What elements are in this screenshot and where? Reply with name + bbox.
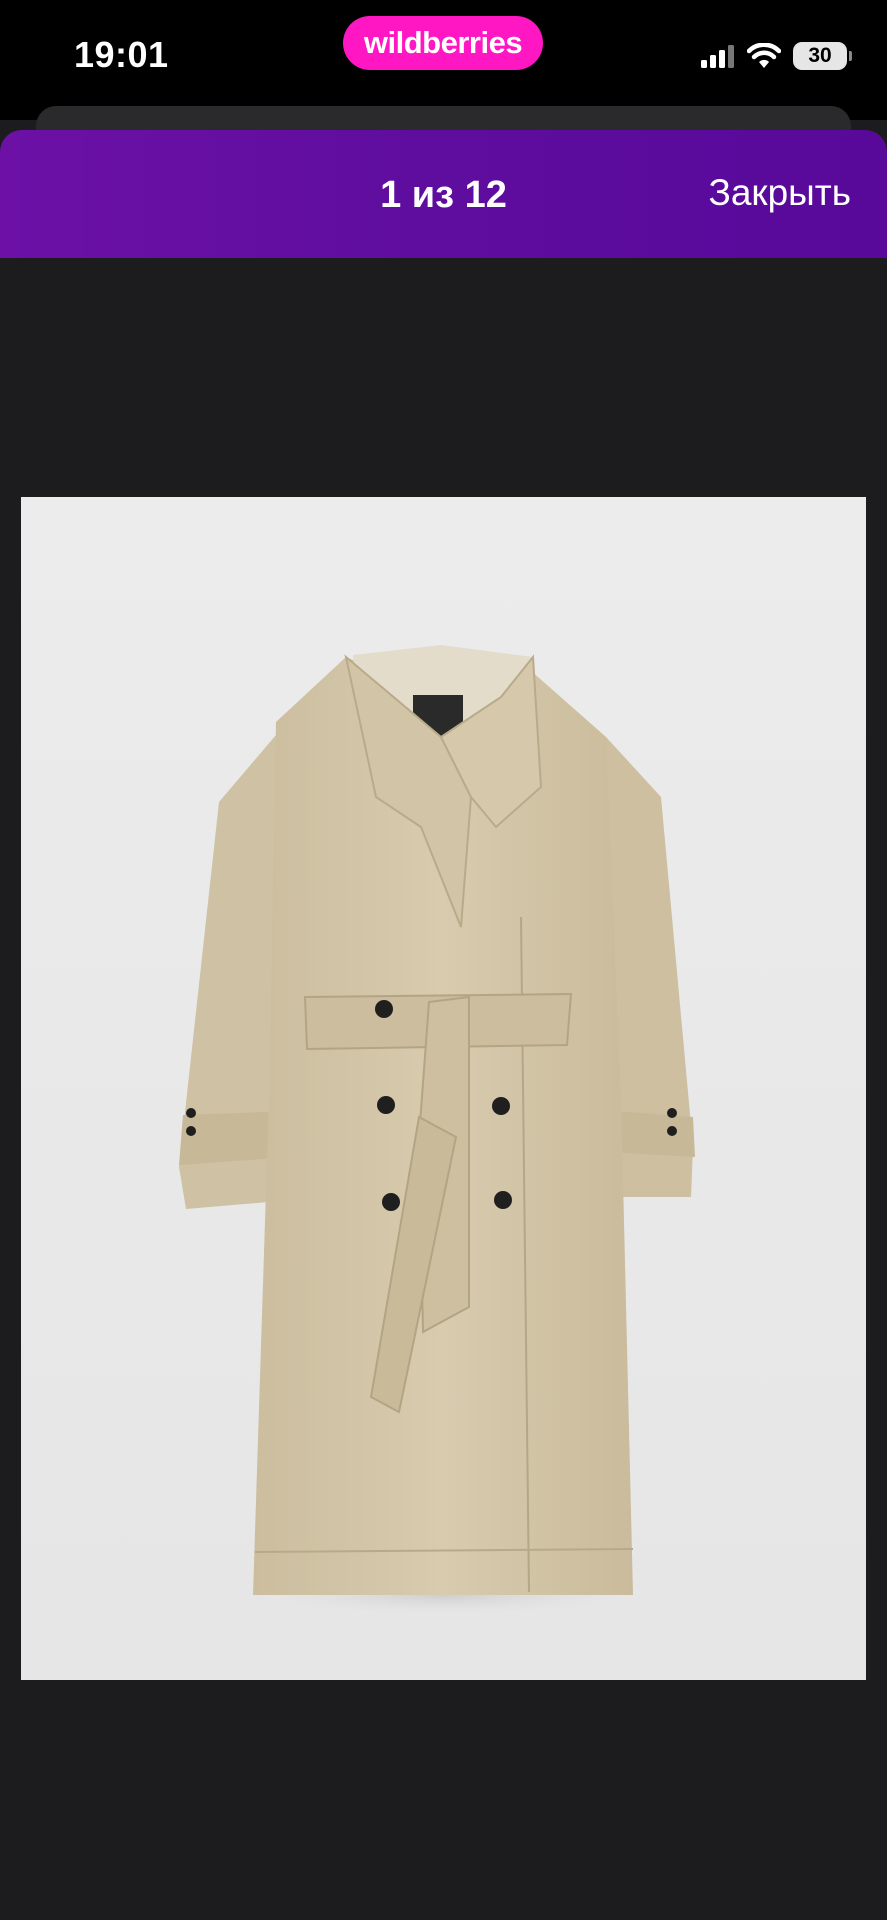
signal-icon — [701, 45, 734, 68]
status-time: 19:01 — [74, 34, 169, 75]
battery-level: 30 — [808, 44, 832, 67]
coat-image — [179, 645, 695, 1617]
viewer-header: 1 из 12 Закрыть — [0, 130, 887, 258]
close-button[interactable]: Закрыть — [708, 172, 851, 214]
status-bar: 19:01 wildberries 30 — [0, 0, 887, 120]
product-photo[interactable] — [21, 497, 866, 1680]
brand-logo-text: wildberries — [363, 25, 523, 60]
battery-tip — [849, 51, 852, 61]
brand-pill[interactable]: wildberries — [343, 16, 543, 70]
battery-icon: 30 — [793, 42, 852, 70]
status-icons: 30 — [701, 38, 852, 74]
wifi-icon — [747, 43, 781, 68]
